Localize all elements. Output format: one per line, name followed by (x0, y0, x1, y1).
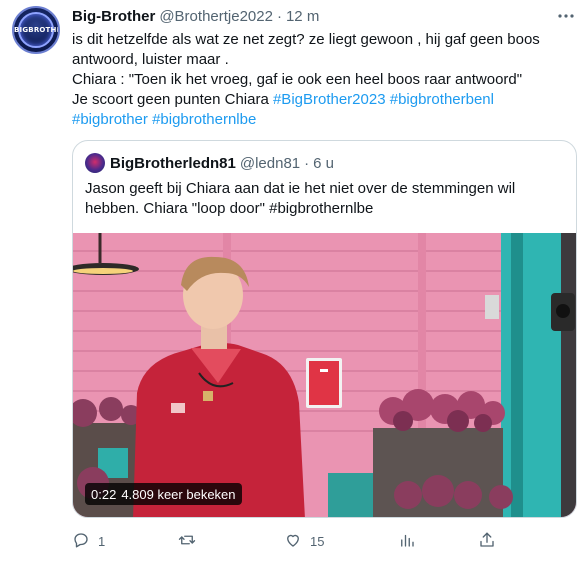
share-icon (478, 531, 496, 552)
video-frame (73, 233, 576, 517)
reply-icon (72, 531, 90, 552)
video-view-count: 4.809 keer bekeken (121, 486, 236, 502)
quoted-line: hebben. Chiara "loop door" #bigbrothernl… (85, 200, 374, 217)
more-icon[interactable] (556, 6, 576, 26)
quoted-tweet[interactable]: BigBrotherledn81 @ledn81 · 6 u Jason gee… (72, 140, 577, 518)
timestamp[interactable]: 12 m (286, 8, 319, 25)
quoted-handle: @ledn81 (239, 154, 301, 172)
analytics-button[interactable] (398, 530, 416, 552)
avatar-logo-text: BIGBROTHER (14, 26, 58, 34)
video-player[interactable]: 0:22 4.809 keer bekeken (73, 233, 576, 517)
reply-button[interactable]: 1 (72, 530, 105, 552)
tweet[interactable]: BIGBROTHER Big-Brother @Brothertje2022 ·… (0, 0, 588, 564)
hashtag-link[interactable]: #bigbrother (72, 111, 148, 128)
quoted-text: Jason geeft bij Chiara aan dat ie het ni… (85, 179, 565, 219)
quoted-display-name: BigBrotherledn81 (110, 154, 236, 172)
like-button[interactable]: 15 (284, 530, 324, 552)
tweet-line: antwoord, luister maar . (72, 51, 229, 68)
like-icon (284, 531, 302, 552)
tweet-line: Chiara : "Toen ik het vroeg, gaf ie ook … (72, 71, 523, 88)
quoted-header: BigBrotherledn81 @ledn81 · 6 u (85, 153, 334, 173)
tweet-text: is dit hetzelfde als wat ze net zegt? ze… (72, 30, 572, 130)
hashtag-link[interactable]: #BigBrother2023 (273, 91, 386, 108)
reply-count: 1 (98, 533, 106, 549)
quoted-timestamp: 6 u (313, 154, 334, 172)
avatar[interactable]: BIGBROTHER (12, 6, 60, 54)
retweet-icon (178, 531, 196, 552)
separator-dot: · (304, 154, 310, 172)
hashtag-link[interactable]: #bigbrotherbenl (390, 91, 494, 108)
quoted-avatar (85, 153, 105, 173)
quoted-line: Jason geeft bij Chiara aan dat ie het ni… (85, 180, 516, 197)
like-count: 15 (310, 533, 325, 549)
tweet-header: Big-Brother @Brothertje2022 · 12 m (72, 6, 319, 26)
handle[interactable]: @Brothertje2022 (159, 8, 273, 25)
separator-dot: · (276, 7, 282, 25)
video-duration: 0:22 (91, 486, 117, 502)
action-bar: 1 15 (72, 530, 502, 552)
retweet-button[interactable] (178, 530, 204, 552)
tweet-line: #bigbrother #bigbrothernlbe (72, 110, 572, 130)
display-name[interactable]: Big-Brother (72, 8, 155, 25)
hashtag-link[interactable]: #bigbrothernlbe (152, 111, 256, 128)
tweet-line: Je scoort geen punten Chiara #BigBrother… (72, 90, 572, 110)
video-badge: 0:22 4.809 keer bekeken (85, 483, 242, 505)
tweet-line-text: Je scoort geen punten Chiara (72, 91, 269, 108)
share-button[interactable] (478, 530, 496, 552)
tweet-line: is dit hetzelfde als wat ze net zegt? ze… (72, 31, 540, 48)
analytics-icon (398, 531, 416, 552)
